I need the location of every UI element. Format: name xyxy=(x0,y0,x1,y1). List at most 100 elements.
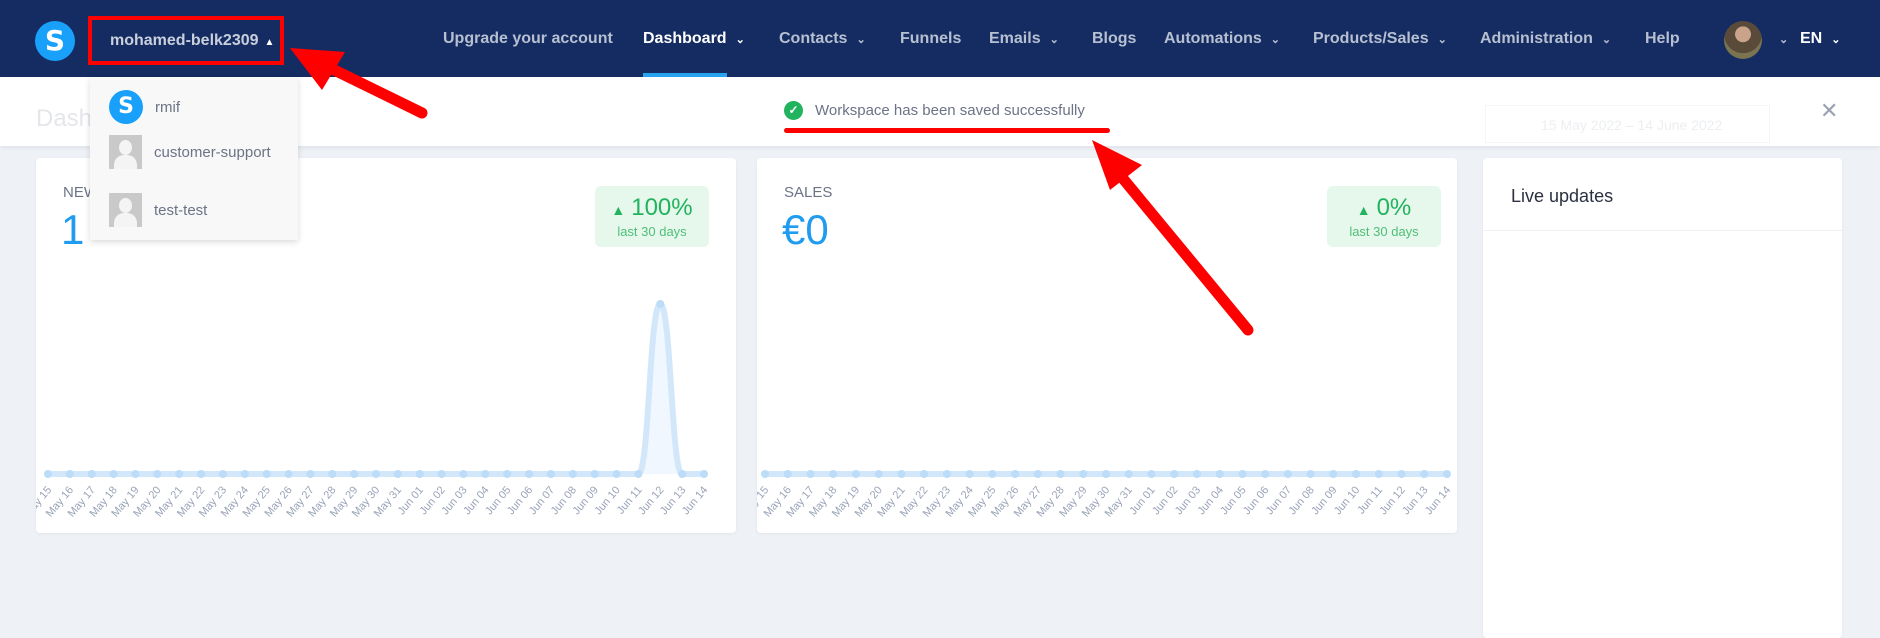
data-point[interactable] xyxy=(1056,470,1065,478)
data-point[interactable] xyxy=(634,470,643,478)
data-point[interactable] xyxy=(372,470,380,478)
workspace-option-label: test-test xyxy=(154,201,208,219)
data-point[interactable] xyxy=(942,470,951,478)
data-point[interactable] xyxy=(874,470,883,478)
nav-emails[interactable]: Emails ⌄ xyxy=(989,30,1059,48)
data-point[interactable] xyxy=(568,470,577,478)
data-point[interactable] xyxy=(503,470,512,478)
data-point[interactable] xyxy=(415,470,424,478)
data-point[interactable] xyxy=(1374,470,1383,478)
sales-card: SALES €0 ▲ 0% last 30 days May 15 May 16 Ma… xyxy=(757,158,1457,533)
data-point[interactable] xyxy=(284,470,293,478)
data-point[interactable] xyxy=(1147,470,1156,478)
workspace-switcher[interactable]: mohamed-belk2309 ▲ xyxy=(88,16,284,65)
language-select[interactable]: EN ⌄ xyxy=(1800,30,1840,48)
language-label: EN xyxy=(1800,30,1823,47)
data-point[interactable] xyxy=(1215,470,1224,478)
data-point[interactable] xyxy=(1397,470,1406,478)
nav-automations[interactable]: Automations ⌄ xyxy=(1164,30,1280,48)
data-point[interactable] xyxy=(393,470,402,478)
data-point[interactable] xyxy=(1033,470,1042,478)
chevron-down-icon: ⌄ xyxy=(1437,34,1447,46)
toast-message: Workspace has been saved successfully xyxy=(815,102,1085,119)
data-point[interactable] xyxy=(1170,470,1179,478)
data-point[interactable] xyxy=(87,470,96,478)
data-point[interactable] xyxy=(175,470,184,478)
data-point[interactable] xyxy=(1420,470,1429,478)
data-point[interactable] xyxy=(806,470,815,478)
data-point[interactable] xyxy=(546,470,555,478)
close-icon[interactable]: ✕ xyxy=(1820,98,1838,124)
nav-administration[interactable]: Administration ⌄ xyxy=(1480,30,1611,48)
user-avatar[interactable] xyxy=(1724,21,1762,59)
nav-label: Dashboard xyxy=(643,30,727,47)
data-point[interactable] xyxy=(1443,470,1451,478)
data-point[interactable] xyxy=(965,470,974,478)
nav-products-sales[interactable]: Products/Sales ⌄ xyxy=(1313,30,1447,48)
live-updates-card: Live updates xyxy=(1483,158,1842,638)
chevron-down-icon: ⌄ xyxy=(1601,34,1612,46)
nav-funnels[interactable]: Funnels xyxy=(900,30,961,48)
chart-area xyxy=(48,304,704,474)
data-point[interactable] xyxy=(1261,470,1270,478)
data-point[interactable] xyxy=(481,470,490,478)
data-point[interactable] xyxy=(1329,470,1338,478)
data-point[interactable] xyxy=(240,470,249,478)
workspace-dropdown: Srmif customer-support test-test xyxy=(90,77,298,240)
workspace-option-test-test[interactable]: test-test xyxy=(109,193,207,227)
nav-dashboard[interactable]: Dashboard ⌄ xyxy=(643,30,745,48)
data-point[interactable] xyxy=(678,470,687,478)
workspace-option-rmif[interactable]: Srmif xyxy=(109,90,180,124)
data-point[interactable] xyxy=(44,470,52,478)
data-point[interactable] xyxy=(656,300,665,308)
workspace-option-customer-support[interactable]: customer-support xyxy=(109,135,271,169)
data-point[interactable] xyxy=(525,470,534,478)
chevron-down-icon: ⌄ xyxy=(1270,34,1280,46)
user-menu-chevron-icon[interactable]: ⌄ xyxy=(1770,30,1788,48)
nav-upgrade-your-account[interactable]: Upgrade your account xyxy=(443,30,613,48)
data-point[interactable] xyxy=(829,470,838,478)
data-point[interactable] xyxy=(590,470,599,478)
data-point[interactable] xyxy=(262,470,271,478)
data-point[interactable] xyxy=(1306,470,1315,478)
data-point[interactable] xyxy=(218,470,227,478)
data-point[interactable] xyxy=(1192,470,1201,478)
data-point[interactable] xyxy=(306,470,315,478)
data-point[interactable] xyxy=(988,470,997,478)
nav-contacts[interactable]: Contacts ⌄ xyxy=(779,30,866,48)
nav-help[interactable]: Help xyxy=(1645,30,1680,48)
data-point[interactable] xyxy=(761,470,769,478)
data-point[interactable] xyxy=(131,470,140,478)
data-point[interactable] xyxy=(1079,470,1088,478)
app-logo[interactable]: S xyxy=(35,21,75,61)
nav-blogs[interactable]: Blogs xyxy=(1092,30,1136,48)
workspace-option-label: rmif xyxy=(155,98,180,116)
chevron-down-icon: ⌄ xyxy=(735,34,745,46)
data-point[interactable] xyxy=(783,470,792,478)
chevron-down-icon: ⌄ xyxy=(856,34,866,46)
data-point[interactable] xyxy=(350,470,359,478)
data-point[interactable] xyxy=(897,470,906,478)
data-point[interactable] xyxy=(700,470,708,478)
data-point[interactable] xyxy=(197,470,206,478)
data-point[interactable] xyxy=(153,470,162,478)
data-point[interactable] xyxy=(920,470,929,478)
data-point[interactable] xyxy=(109,470,118,478)
data-point[interactable] xyxy=(1352,470,1361,478)
data-point[interactable] xyxy=(1011,470,1020,478)
data-point[interactable] xyxy=(459,470,468,478)
data-point[interactable] xyxy=(65,470,74,478)
data-point[interactable] xyxy=(437,470,446,478)
caret-up-icon: ▲ xyxy=(264,37,275,48)
data-point[interactable] xyxy=(1124,470,1133,478)
nav-label: Emails xyxy=(989,30,1041,47)
data-point[interactable] xyxy=(1102,470,1110,478)
data-point[interactable] xyxy=(1283,470,1292,478)
nav-label: Upgrade your account xyxy=(443,30,613,47)
data-point[interactable] xyxy=(328,470,337,478)
data-point[interactable] xyxy=(1238,470,1247,478)
data-point[interactable] xyxy=(612,470,621,478)
workspace-logo-icon: S xyxy=(109,90,143,124)
date-range-picker[interactable]: 15 May 2022 – 14 June 2022 xyxy=(1485,105,1770,143)
data-point[interactable] xyxy=(851,470,860,478)
